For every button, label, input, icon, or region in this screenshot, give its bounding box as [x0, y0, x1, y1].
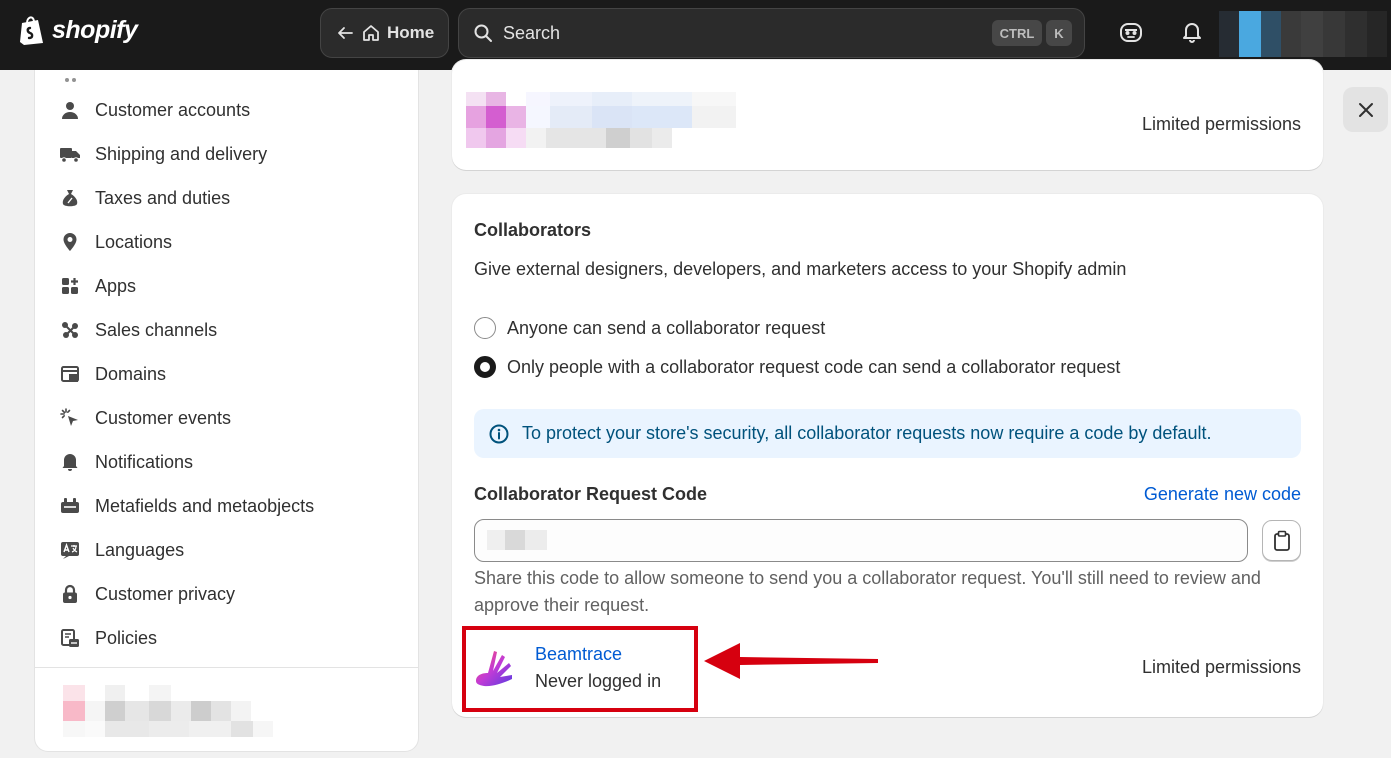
- sidebar-item-domains[interactable]: Domains: [59, 354, 166, 394]
- clipboard-icon: [1273, 530, 1290, 551]
- request-code-help-text: Share this code to allow someone to send…: [474, 568, 1261, 615]
- bell-icon: [59, 451, 81, 473]
- shortcut-k-key: K: [1046, 20, 1072, 46]
- metafields-icon: [59, 495, 81, 517]
- radio-label: Anyone can send a collaborator request: [507, 317, 826, 338]
- request-code-blurred: [487, 530, 547, 550]
- sidebar-item-label: Metafields and metaobjects: [95, 495, 315, 516]
- staff-member-blurred[interactable]: [466, 92, 736, 150]
- arrow-left-icon: [338, 27, 353, 39]
- sidebar-item-customer-events[interactable]: Customer events: [59, 398, 231, 438]
- sidebar-item-metafields[interactable]: Metafields and metaobjects: [59, 486, 314, 526]
- search-placeholder: Search: [503, 22, 561, 43]
- cart-icon: [59, 70, 81, 85]
- sidebar-item-label: Customer privacy: [95, 583, 236, 604]
- sidebar-item-label: Domains: [95, 363, 167, 384]
- close-icon: [1358, 102, 1373, 117]
- sidebar-item-label: Languages: [95, 539, 185, 560]
- sidebar-item-customer-privacy[interactable]: Customer privacy: [59, 574, 235, 614]
- sidebar-item-apps[interactable]: Apps: [59, 266, 136, 306]
- request-code-label: Collaborator Request Code: [474, 484, 708, 504]
- languages-icon: [59, 539, 81, 561]
- home-label: Home: [387, 23, 435, 42]
- shopify-bag-icon: [20, 16, 43, 45]
- shopify-logo[interactable]: shopify: [18, 14, 138, 46]
- sidebar-item-label: Taxes and duties: [95, 187, 231, 208]
- sidebar-item-label: Customer accounts: [95, 99, 251, 120]
- store-avatar[interactable]: [1219, 11, 1387, 57]
- home-button[interactable]: Home: [320, 8, 449, 58]
- logo-text: shopify: [52, 15, 138, 44]
- collaborators-title: Collaborators: [474, 220, 592, 240]
- store-info-blurred[interactable]: [63, 685, 303, 737]
- bell-icon[interactable]: [1179, 19, 1205, 45]
- apps-icon: [59, 275, 81, 297]
- search-icon: [474, 24, 492, 42]
- sidebar-item-label: Policies: [95, 627, 158, 648]
- money-bag-icon: [59, 187, 81, 209]
- staff-permission: Limited permissions: [1141, 114, 1301, 134]
- collaborators-description: Give external designers, developers, and…: [474, 259, 1127, 279]
- sidebar-item-sales-channels[interactable]: Sales channels: [59, 310, 217, 350]
- sidebar-divider: [35, 667, 418, 668]
- settings-sidebar: Customer accounts Shipping and delivery …: [34, 70, 419, 752]
- radio-option-code-only[interactable]: Only people with a collaborator request …: [474, 356, 1120, 378]
- shortcut-ctrl-key: CTRL: [992, 20, 1042, 46]
- radio-button[interactable]: [474, 317, 496, 339]
- close-button[interactable]: [1343, 87, 1388, 132]
- banner-text: To protect your store's security, all co…: [522, 423, 1212, 443]
- sidebar-item-taxes[interactable]: Taxes and duties: [59, 178, 230, 218]
- sidebar-item-customer-accounts[interactable]: Customer accounts: [59, 90, 250, 130]
- cursor-click-icon: [59, 407, 81, 429]
- sidebar-item-locations[interactable]: Locations: [59, 222, 172, 262]
- info-icon: [489, 424, 509, 443]
- domains-icon: [59, 363, 81, 385]
- truck-icon: [59, 143, 81, 165]
- request-code-field[interactable]: [474, 519, 1248, 562]
- radio-label: Only people with a collaborator request …: [507, 356, 1121, 377]
- radio-option-anyone[interactable]: Anyone can send a collaborator request: [474, 317, 825, 339]
- sidebar-item-shipping[interactable]: Shipping and delivery: [59, 134, 267, 174]
- sales-channels-icon: [59, 319, 81, 341]
- lock-icon: [59, 583, 81, 605]
- location-pin-icon: [59, 231, 81, 253]
- sidebar-item-notifications[interactable]: Notifications: [59, 442, 193, 482]
- staff-card: Limited permissions: [452, 60, 1323, 170]
- sidebar-item-languages[interactable]: Languages: [59, 530, 184, 570]
- copy-code-button[interactable]: [1262, 520, 1301, 561]
- sidekick-icon[interactable]: [1118, 19, 1144, 45]
- sidebar-item-label: Shipping and delivery: [95, 143, 268, 164]
- policies-icon: [59, 627, 81, 649]
- home-icon: [363, 25, 379, 41]
- radio-button-selected[interactable]: [474, 356, 496, 378]
- sidebar-item-label: Apps: [95, 275, 137, 296]
- person-icon: [59, 99, 81, 121]
- sidebar-item-label: Customer events: [95, 407, 232, 428]
- search-bar[interactable]: Search CTRL K: [458, 8, 1085, 58]
- annotation-arrow-icon: [704, 643, 878, 679]
- collaborator-permission: Limited permissions: [1141, 657, 1301, 677]
- sidebar-item-policies[interactable]: Policies: [59, 618, 157, 658]
- sidebar-item-label: Locations: [95, 231, 173, 252]
- sidebar-item-label: Sales channels: [95, 319, 218, 340]
- generate-new-code-link[interactable]: Generate new code: [1144, 484, 1301, 505]
- info-banner: To protect your store's security, all co…: [474, 409, 1301, 458]
- sidebar-item-label: Notifications: [95, 451, 194, 472]
- highlight-box: [462, 626, 698, 712]
